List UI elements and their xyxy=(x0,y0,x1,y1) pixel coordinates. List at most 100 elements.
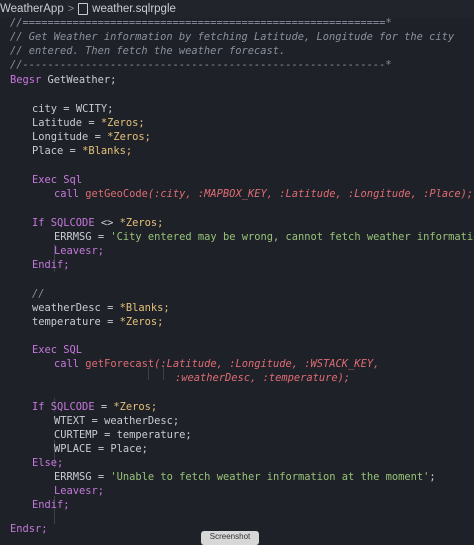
code-line: Leavesr; xyxy=(54,244,104,258)
parameters: :weatherDesc, :temperature); xyxy=(175,372,351,384)
keyword: Begsr xyxy=(10,74,42,86)
comment: // Get Weather information by fetching L… xyxy=(10,31,455,43)
identifier: WPLACE xyxy=(54,443,92,455)
identifier: CURTEMP xyxy=(54,429,98,441)
operator: = xyxy=(107,302,114,314)
operator: = xyxy=(107,316,114,328)
function-name: getForecast xyxy=(85,358,155,370)
comment: //======================================… xyxy=(10,18,392,29)
identifier: temperature; xyxy=(116,429,192,441)
operator: = xyxy=(94,131,101,143)
code-line: If SQLCODE = *Zeros; xyxy=(32,400,157,414)
comment: // xyxy=(32,288,45,300)
operator: = xyxy=(91,415,98,427)
code-line: // xyxy=(32,287,45,301)
keyword: If xyxy=(32,401,45,413)
breadcrumb-folder[interactable]: WeatherApp xyxy=(0,3,64,15)
keyword: Leavesr; xyxy=(54,245,105,257)
code-line: temperature = *Zeros; xyxy=(32,315,163,329)
code-line: Exec SQL xyxy=(32,343,82,357)
comment: //--------------------------------------… xyxy=(10,59,392,71)
breadcrumb-file[interactable]: weather.sqlrpgle xyxy=(92,3,176,15)
keyword: Exec xyxy=(32,344,58,356)
constant: *Zeros; xyxy=(119,316,164,328)
operator: <> xyxy=(100,217,114,229)
identifier: ERRMSG xyxy=(54,471,92,483)
code-line: Begsr GetWeather; xyxy=(10,73,116,87)
identifier: WTEXT xyxy=(54,415,86,427)
code-line: ERRMSG = 'City entered may be wrong, can… xyxy=(54,230,474,244)
comment: // entered. Then fetch the weather forec… xyxy=(10,45,286,57)
keyword: Leavesr; xyxy=(54,485,105,497)
breadcrumb: WeatherApp > weather.sqlrpgle xyxy=(0,0,474,18)
code-line: call getGeoCode(:city, :MAPBOX_KEY, :Lat… xyxy=(54,187,473,201)
keyword: Exec xyxy=(32,174,58,186)
file-icon xyxy=(78,3,89,15)
code-line: Longitude = *Zeros; xyxy=(32,130,151,144)
keyword: Sql xyxy=(63,174,83,186)
code-line: WPLACE = Place; xyxy=(54,442,148,456)
keyword: SQL xyxy=(63,344,83,356)
operator: = xyxy=(97,443,105,455)
operator: = xyxy=(104,429,111,441)
code-line: city = WCITY; xyxy=(32,102,113,116)
identifier: city xyxy=(32,103,58,115)
identifier: WCITY; xyxy=(75,103,114,115)
function-name: getGeoCode xyxy=(85,188,148,200)
code-line: // Get Weather information by fetching L… xyxy=(10,30,454,44)
code-line: Place = *Blanks; xyxy=(32,144,132,158)
identifier: Longitude xyxy=(32,131,89,143)
identifier: temperature xyxy=(32,316,101,328)
constant: *Blanks; xyxy=(82,145,133,157)
code-line: :weatherDesc, :temperature); xyxy=(175,371,350,385)
code-line: //--------------------------------------… xyxy=(10,58,392,72)
constant: *Zeros; xyxy=(113,401,158,413)
operator: = xyxy=(88,117,95,129)
code-line: Else; xyxy=(32,456,63,470)
identifier: Latitude xyxy=(32,117,83,129)
operator: = xyxy=(69,145,76,157)
string: 'City entered may be wrong, cannot fetch… xyxy=(110,231,474,243)
keyword: SQLCODE xyxy=(50,217,95,229)
code-line: Exec Sql xyxy=(32,173,82,187)
code-line: weatherDesc = *Blanks; xyxy=(32,301,170,315)
keyword: Endif; xyxy=(32,499,70,511)
operator: = xyxy=(63,103,70,115)
code-line: //======================================… xyxy=(10,18,392,30)
identifier: GetWeather; xyxy=(47,74,117,86)
constant: *Zeros; xyxy=(107,131,151,143)
identifier: weatherDesc; xyxy=(104,415,180,427)
code-line: CURTEMP = temperature; xyxy=(54,428,192,442)
operator: = xyxy=(97,471,105,483)
code-line: // entered. Then fetch the weather forec… xyxy=(10,44,285,58)
identifier: ERRMSG xyxy=(54,231,92,243)
code-line: If SQLCODE <> *Zeros; xyxy=(32,216,163,230)
keyword: Endsr; xyxy=(10,523,48,535)
constant: *Blanks; xyxy=(119,302,170,314)
code-editor[interactable]: //======================================… xyxy=(0,18,474,539)
keyword: Else; xyxy=(32,457,64,469)
constant: *Zeros; xyxy=(100,117,145,129)
screenshot-tooltip: Screenshot xyxy=(201,531,259,545)
code-line: Endif; xyxy=(32,258,70,272)
keyword: If xyxy=(32,217,45,229)
parameters: (:city, :MAPBOX_KEY, :Latitude, :Longitu… xyxy=(147,188,474,200)
identifier: Place xyxy=(32,145,64,157)
constant: *Zeros; xyxy=(119,217,164,229)
keyword: call xyxy=(54,358,80,370)
code-line: Endif; xyxy=(32,498,70,512)
code-line: Latitude = *Zeros; xyxy=(32,116,145,130)
code-line: WTEXT = weatherDesc; xyxy=(54,414,179,428)
string: 'Unable to fetch weather information at … xyxy=(110,471,430,483)
operator: = xyxy=(100,401,108,413)
chevron-right-icon: > xyxy=(67,3,75,15)
keyword: call xyxy=(54,188,80,200)
code-line: Leavesr; xyxy=(54,484,104,498)
code-line: call getForecast(:Latitude, :Longitude, … xyxy=(54,357,379,371)
operator: ; xyxy=(429,471,436,483)
code-line: Endsr; xyxy=(10,522,48,536)
parameters: (:Latitude, :Longitude, :WSTACK_KEY, xyxy=(154,358,380,370)
identifier: Place; xyxy=(110,443,148,455)
identifier: weatherDesc xyxy=(32,302,101,314)
operator: = xyxy=(97,231,105,243)
